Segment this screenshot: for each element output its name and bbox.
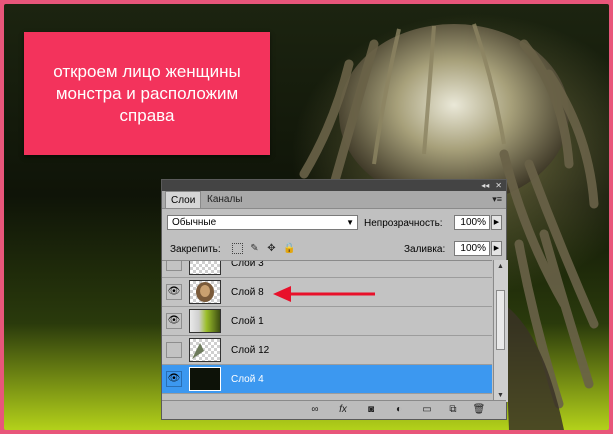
fill-field[interactable]: 100% [454,241,490,256]
instruction-banner: откроем лицо женщины монстра и расположи… [24,32,270,155]
lock-label: Закрепить: [170,244,221,255]
panel-menu-icon[interactable]: ▾≡ [492,194,502,205]
link-icon[interactable]: ∞ [308,403,322,416]
texture-thumbnail-icon [192,343,204,359]
lock-transparency-icon[interactable] [232,243,243,254]
fill-slider-icon[interactable]: ▶ [491,241,502,256]
opacity-slider-icon[interactable]: ▶ [491,215,502,230]
collapse-icon[interactable]: ◂◂ [481,181,489,190]
trash-icon[interactable]: 🗑 [472,403,486,416]
chevron-down-icon: ▼ [346,218,354,227]
layer-name: Слой 8 [231,287,264,298]
layer-thumbnail [189,338,221,362]
panel-tabs: Слои Каналы ▾≡ [162,191,506,209]
visibility-toggle[interactable] [166,261,182,271]
fx-icon[interactable]: fx [336,403,350,416]
lock-move-icon[interactable]: ✥ [266,243,277,254]
mask-icon[interactable]: ◙ [364,403,378,416]
blend-row: Обычные ▼ Непрозрачность: 100% ▶ [162,210,506,234]
tab-channels[interactable]: Каналы [202,191,248,208]
eye-icon[interactable]: 👁 [166,313,182,329]
blend-mode-select[interactable]: Обычные ▼ [167,215,358,230]
group-folder-icon[interactable]: ▭ [420,403,434,416]
layer-thumbnail [189,309,221,333]
layer-row-1[interactable]: 👁 Слой 1 [162,307,492,336]
layer-row-3[interactable]: Слой 3 [162,260,492,278]
layer-name: Слой 12 [231,345,270,356]
lock-brush-icon[interactable]: ✎ [249,243,260,254]
layer-thumbnail [189,280,221,304]
layer-name: Слой 4 [231,374,264,385]
layer-name: Слой 1 [231,316,264,327]
layer-row-4[interactable]: 👁 Слой 4 [162,365,492,394]
eye-icon[interactable]: 👁 [166,371,182,387]
face-thumbnail-icon [196,282,214,302]
banner-text: откроем лицо женщины монстра и расположи… [53,61,241,125]
lock-row: Закрепить: ✎ ✥ 🔒 Заливка: 100% ▶ [162,238,506,260]
scroll-thumb[interactable] [496,290,505,350]
panel-titlebar: ◂◂ ✕ [162,180,506,191]
tab-layers[interactable]: Слои [165,191,202,208]
layer-thumbnail [189,367,221,391]
fill-label: Заливка: [404,244,446,255]
lock-all-icon[interactable]: 🔒 [283,243,295,254]
adjustment-icon[interactable]: ◐ [392,403,406,416]
scroll-up-icon[interactable]: ▲ [495,261,506,272]
layer-row-12[interactable]: Слой 12 [162,336,492,365]
new-layer-icon[interactable]: ⧉ [446,403,460,416]
panel-bottom-toolbar: ∞ fx ◙ ◐ ▭ ⧉ 🗑 [162,400,506,419]
visibility-toggle[interactable] [166,342,182,358]
opacity-label: Непрозрачность: [364,218,443,229]
layer-thumbnail [189,261,221,275]
eye-icon[interactable]: 👁 [166,284,182,300]
close-icon[interactable]: ✕ [495,181,502,190]
layers-scrollbar[interactable]: ▲ ▼ [493,260,508,402]
layer-name: Слой 3 [231,260,264,269]
blend-mode-value: Обычные [172,217,217,228]
pointer-arrow [273,286,375,302]
layers-list: Слой 3 👁 Слой 8 👁 Слой 1 Слой 12 👁 Слой … [162,260,492,403]
opacity-field[interactable]: 100% [454,215,490,230]
